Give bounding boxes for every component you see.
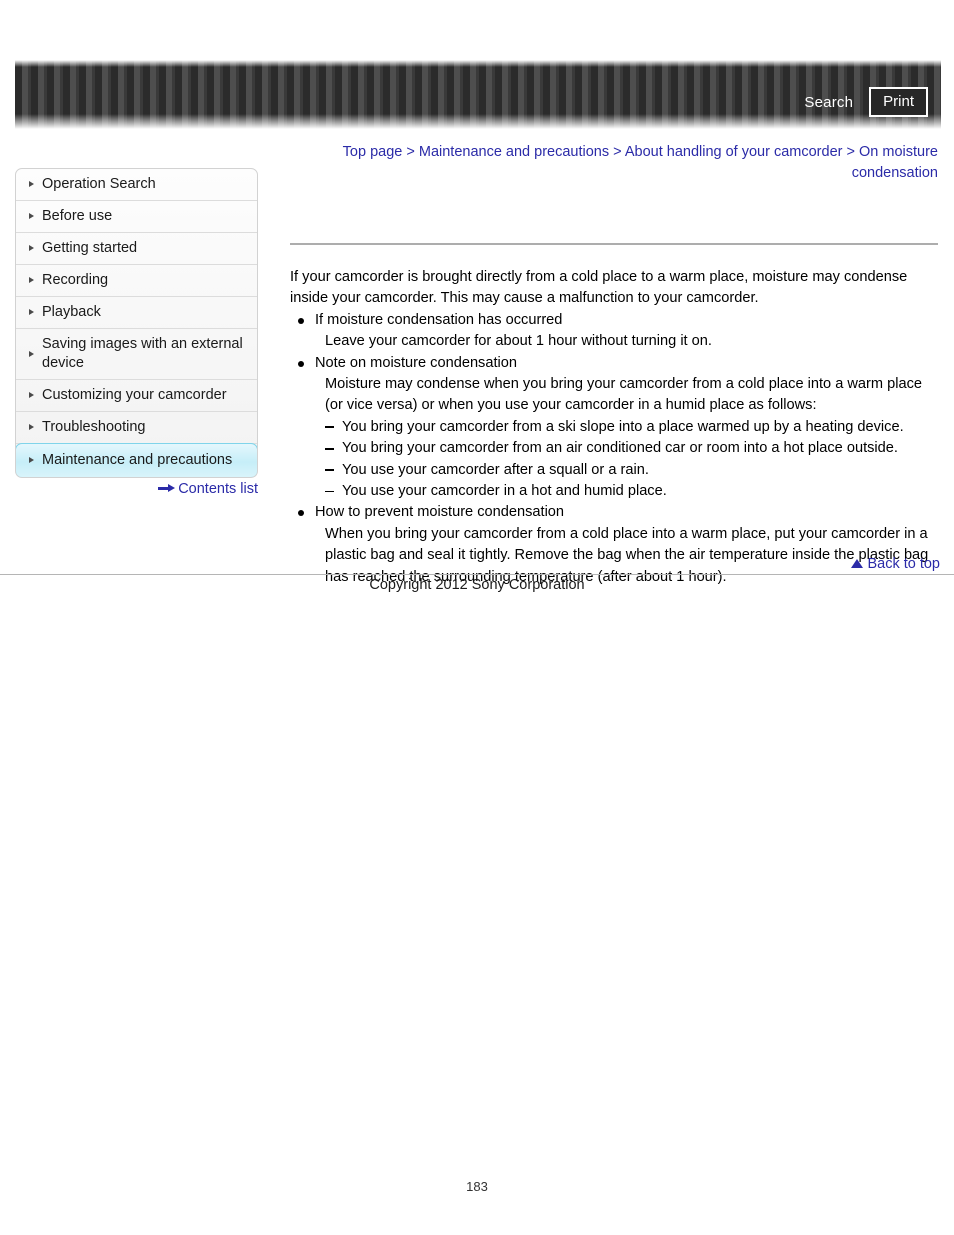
sidebar-item-label: Playback: [42, 304, 101, 320]
banner-actions: Search Print: [804, 87, 928, 117]
intro-paragraph: If your camcorder is brought directly fr…: [290, 269, 908, 307]
sub-item-label: You use your camcorder in a hot and humi…: [342, 483, 667, 500]
breadcrumb-separator: >: [613, 144, 622, 160]
dash-icon: [325, 447, 334, 450]
bullet-dot-icon: [298, 317, 304, 324]
sub-item: You bring your camcorder from an air con…: [325, 438, 940, 459]
breadcrumb: Top page > Maintenance and precautions >…: [290, 142, 938, 184]
sub-item-list: You bring your camcorder from a ski slop…: [315, 417, 940, 503]
sub-item-label: You use your camcorder after a squall or…: [342, 461, 649, 478]
sidebar-item-maintenance-and-precautions[interactable]: Maintenance and precautions: [16, 443, 257, 477]
breadcrumb-item-about-handling-of-your-camcorder[interactable]: About handling of your camcorder: [625, 144, 843, 160]
banner-top-fade: [15, 60, 941, 67]
sidebar-item-label: Customizing your camcorder: [42, 387, 227, 403]
sidebar-item-before-use[interactable]: Before use: [16, 201, 257, 233]
chevron-right-icon: [29, 309, 34, 315]
triangle-up-icon: [851, 559, 864, 568]
bullet-body: Leave your camcorder for about 1 hour wi…: [325, 333, 712, 350]
sidebar-item-getting-started[interactable]: Getting started: [16, 233, 257, 265]
search-button[interactable]: Search: [804, 95, 853, 110]
sidebar-item-customizing-your-camcorder[interactable]: Customizing your camcorder: [16, 380, 257, 412]
banner-bottom-fade: [15, 114, 941, 129]
arrow-right-icon: [158, 484, 176, 492]
sidebar-navigation: Operation Search Before use Getting star…: [15, 168, 258, 478]
bullet-body: Moisture may condense when you bring you…: [325, 376, 923, 414]
sub-item: You bring your camcorder from a ski slop…: [325, 417, 940, 438]
breadcrumb-item-on-moisture-condensation[interactable]: On moisture condensation: [852, 144, 938, 181]
sidebar-item-playback[interactable]: Playback: [16, 297, 257, 329]
sidebar-item-label: Before use: [42, 208, 113, 224]
sidebar-item-label: Saving images with an external device: [42, 336, 243, 371]
bullet-item: How to prevent moisture condensation Whe…: [290, 502, 940, 588]
contents-list-label: Contents list: [178, 481, 258, 497]
chevron-right-icon: [29, 213, 34, 219]
print-button[interactable]: Print: [869, 87, 928, 117]
sidebar-item-label: Operation Search: [42, 176, 156, 192]
chevron-right-icon: [29, 277, 34, 283]
dash-icon: [325, 426, 334, 429]
chevron-right-icon: [29, 424, 34, 430]
site-banner: Search Print: [15, 60, 941, 129]
dash-icon: [325, 469, 334, 471]
breadcrumb-separator: >: [846, 144, 855, 160]
bullet-item: Note on moisture condensation Moisture m…: [290, 353, 940, 503]
sidebar-item-recording[interactable]: Recording: [16, 265, 257, 297]
bullet-item: If moisture condensation has occurred Le…: [290, 310, 940, 353]
bullet-title: Note on moisture condensation: [315, 354, 518, 371]
back-to-top-link[interactable]: Back to top: [290, 556, 940, 572]
chevron-right-icon: [29, 181, 34, 187]
breadcrumb-item-maintenance-and-precautions[interactable]: Maintenance and precautions: [419, 144, 609, 160]
chevron-right-icon: [29, 350, 34, 357]
sidebar-item-saving-images-with-an-external-device[interactable]: Saving images with an external device: [16, 329, 257, 380]
copyright-notice: Copyright 2012 Sony Corporation: [369, 577, 585, 593]
bullet-title: If moisture condensation has occurred: [315, 311, 563, 328]
bullet-list: If moisture condensation has occurred Le…: [290, 310, 940, 588]
sidebar-item-label: Maintenance and precautions: [42, 452, 233, 468]
chevron-right-icon: [29, 457, 34, 463]
chevron-right-icon: [29, 245, 34, 251]
sub-item: You use your camcorder after a squall or…: [325, 460, 940, 481]
back-to-top-label: Back to top: [867, 556, 940, 572]
sidebar-item-troubleshooting[interactable]: Troubleshooting: [16, 412, 257, 444]
dash-icon: [325, 490, 334, 493]
bullet-dot-icon: [298, 360, 304, 367]
breadcrumb-separator: >: [406, 144, 415, 160]
content-top-divider: [290, 243, 938, 245]
page-number: 183: [466, 1179, 488, 1194]
sub-item-label: You bring your camcorder from a ski slop…: [342, 418, 904, 435]
sub-item-label: You bring your camcorder from an air con…: [342, 440, 898, 457]
sidebar-item-label: Recording: [42, 272, 109, 288]
chevron-right-icon: [29, 392, 34, 398]
bullet-dot-icon: [298, 510, 304, 517]
bullet-title: How to prevent moisture condensation: [315, 504, 565, 521]
sidebar-item-label: Troubleshooting: [42, 419, 146, 435]
article-content: If your camcorder is brought directly fr…: [290, 267, 940, 588]
breadcrumb-item-top-page[interactable]: Top page: [343, 144, 403, 160]
sub-item: You use your camcorder in a hot and humi…: [325, 481, 940, 502]
sidebar-item-operation-search[interactable]: Operation Search: [16, 169, 257, 201]
sidebar-item-label: Getting started: [42, 240, 138, 256]
footer-divider: [0, 574, 954, 575]
contents-list-link[interactable]: Contents list: [15, 481, 258, 497]
